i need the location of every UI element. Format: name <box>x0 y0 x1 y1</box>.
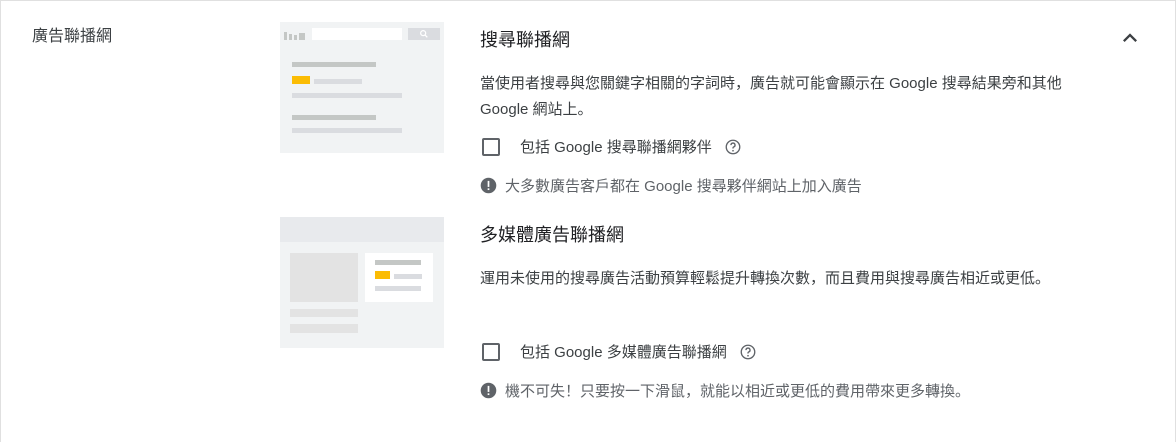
search-network-description: 當使用者搜尋與您關鍵字相關的字詞時，廣告就可能會顯示在 Google 搜尋結果旁… <box>480 75 1062 118</box>
display-network-title: 多媒體廣告聯播網 <box>480 225 624 245</box>
display-network-note-text: 機不可失！只要按一下滑鼠，就能以相近或更低的費用帶來更多轉換。 <box>505 383 971 400</box>
search-partners-note-text: 大多數廣告客戶都在 Google 搜尋夥伴網站上加入廣告 <box>505 178 862 195</box>
search-partners-checkbox[interactable] <box>482 137 500 156</box>
search-partners-note: 大多數廣告客戶都在 Google 搜尋夥伴網站上加入廣告 <box>480 175 862 196</box>
display-network-checkbox[interactable] <box>482 342 500 361</box>
help-circle-icon[interactable] <box>724 138 742 156</box>
display-network-description: 運用未使用的搜尋廣告活動預算輕鬆提升轉換次數，而且費用與搜尋廣告相近或更低。 <box>480 270 1051 287</box>
chevron-up-icon[interactable] <box>1116 24 1144 52</box>
display-network-label[interactable]: 包括 Google 多媒體廣告聯播網 <box>520 341 727 362</box>
display-network-option[interactable]: 包括 Google 多媒體廣告聯播網 <box>482 341 757 362</box>
info-exclamation-icon <box>480 382 497 399</box>
display-network-note: 機不可失！只要按一下滑鼠，就能以相近或更低的費用帶來更多轉換。 <box>480 380 970 401</box>
display-network-illustration <box>280 217 444 348</box>
info-exclamation-icon <box>480 177 497 194</box>
search-partners-label[interactable]: 包括 Google 搜尋聯播網夥伴 <box>520 136 712 157</box>
search-network-illustration <box>280 22 444 153</box>
help-circle-icon[interactable] <box>739 343 757 361</box>
search-partners-option[interactable]: 包括 Google 搜尋聯播網夥伴 <box>482 136 742 157</box>
section-title: 廣告聯播網 <box>32 28 113 45</box>
search-network-title: 搜尋聯播網 <box>480 30 570 50</box>
